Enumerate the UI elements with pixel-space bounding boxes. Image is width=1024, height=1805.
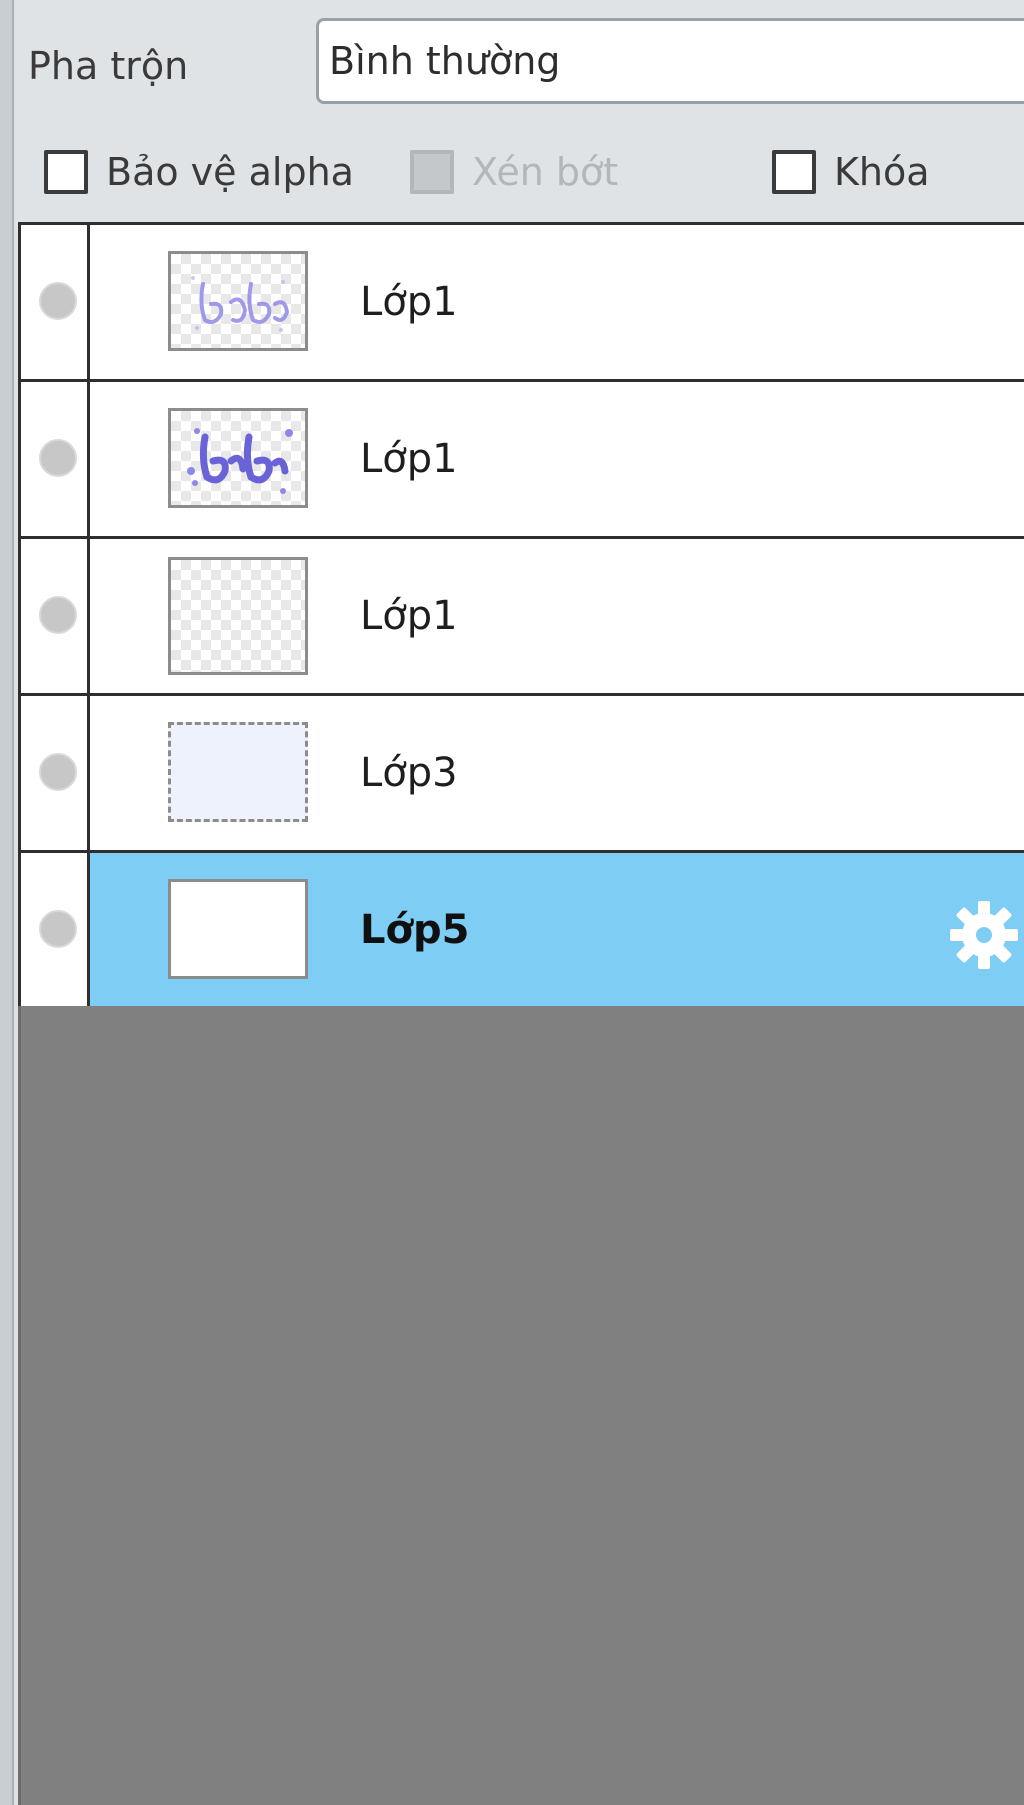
layer-thumbnail <box>168 251 308 351</box>
visibility-dot-icon[interactable] <box>39 910 77 948</box>
panel-left-edge <box>0 0 14 1805</box>
layer-thumbnail <box>168 879 308 979</box>
layer-panel: Pha trộn Bình thường Bảo vệ alpha Xén bớ… <box>0 0 1024 1805</box>
layer-row[interactable]: Lớp1 <box>18 225 1024 382</box>
visibility-column <box>18 696 90 850</box>
layer-name: Lớp1 <box>360 279 458 325</box>
lock-box[interactable] <box>772 150 816 194</box>
protect-alpha-label: Bảo vệ alpha <box>106 150 354 194</box>
clipping-box <box>410 150 454 194</box>
layer-list: Lớp1 Lớp1 Lớp1 Lớp3 Lớp5 <box>18 222 1024 1010</box>
visibility-dot-icon[interactable] <box>39 282 77 320</box>
layer-thumbnail <box>168 557 308 675</box>
protect-alpha-checkbox[interactable]: Bảo vệ alpha <box>44 146 354 198</box>
empty-layer-area <box>18 1006 1024 1805</box>
layer-name: Lớp3 <box>360 750 458 796</box>
layer-row[interactable]: Lớp1 <box>18 382 1024 539</box>
lettering-bold-icon <box>187 428 293 494</box>
protect-alpha-box[interactable] <box>44 150 88 194</box>
visibility-column <box>18 382 90 536</box>
lock-checkbox[interactable]: Khóa <box>772 146 930 198</box>
lock-label: Khóa <box>834 150 930 194</box>
clipping-label: Xén bớt <box>472 150 619 194</box>
lettering-light-icon <box>191 276 290 332</box>
layer-row[interactable]: Lớp1 <box>18 539 1024 696</box>
layer-main[interactable]: Lớp1 <box>90 225 1024 379</box>
visibility-column <box>18 539 90 693</box>
layer-thumbnail <box>168 408 308 508</box>
visibility-dot-icon[interactable] <box>39 753 77 791</box>
layer-main[interactable]: Lớp1 <box>90 539 1024 693</box>
visibility-dot-icon[interactable] <box>39 439 77 477</box>
layer-row[interactable]: Lớp3 <box>18 696 1024 853</box>
blend-mode-label: Pha trộn <box>28 44 189 88</box>
visibility-dot-icon[interactable] <box>39 596 77 634</box>
layer-main[interactable]: Lớp1 <box>90 382 1024 536</box>
visibility-column <box>18 853 90 1007</box>
clipping-checkbox: Xén bớt <box>410 146 618 198</box>
visibility-column <box>18 225 90 379</box>
blend-mode-value: Bình thường <box>329 39 561 83</box>
layer-main[interactable]: Lớp3 <box>90 696 1024 850</box>
layer-name: Lớp1 <box>360 593 458 639</box>
layer-row-selected[interactable]: Lớp5 <box>18 853 1024 1010</box>
layer-main[interactable]: Lớp5 <box>90 853 1024 1007</box>
layer-thumbnail <box>168 722 308 822</box>
gear-icon[interactable] <box>944 895 1024 975</box>
layer-name: Lớp5 <box>360 907 470 953</box>
blend-mode-select[interactable]: Bình thường <box>316 18 1024 104</box>
layer-name: Lớp1 <box>360 436 458 482</box>
